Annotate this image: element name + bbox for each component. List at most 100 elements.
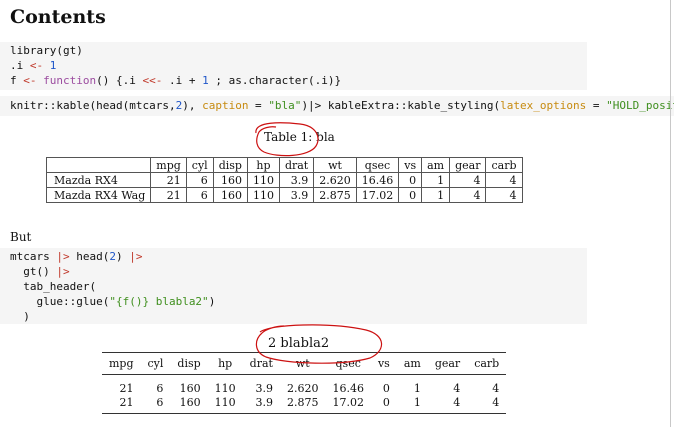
code-operator: |>	[129, 250, 143, 263]
table-cell: 4	[449, 172, 487, 188]
table-cell: 3.9	[278, 172, 315, 188]
code-text: =	[586, 99, 607, 112]
table-header-row: mpg cyl disp hp drat wt qsec vs am gear …	[45, 157, 523, 173]
table-header-cell: gear	[427, 352, 468, 375]
table-cell: 4	[453, 395, 461, 409]
table-row: Mazda RX4 Wag 21 6 160 110 3.9 2.875 17.…	[45, 187, 523, 203]
code-text: f	[10, 74, 24, 87]
table-cell: 160	[212, 187, 248, 203]
table-cell: 16.46	[355, 172, 400, 188]
code-text: head(	[69, 250, 110, 263]
code-text: () {.i	[96, 74, 143, 87]
code-line: )	[10, 310, 30, 323]
code-block-kable: knitr::kable(head(mtcars,2), caption = "…	[0, 96, 674, 116]
code-text: .i	[10, 59, 30, 72]
table-cell: 160	[212, 172, 248, 188]
code-operator: |>	[56, 265, 70, 278]
table-header-cell: wt	[279, 352, 326, 375]
table-cell: 6	[156, 395, 164, 409]
code-argument: latex_options	[500, 99, 587, 112]
table-header-cell: am	[421, 157, 451, 173]
code-argument: caption	[202, 99, 249, 112]
table-cell: 21	[119, 381, 134, 395]
code-operator: <<-	[142, 74, 163, 87]
table-cell: 21	[150, 187, 187, 203]
table-cell: 6	[185, 187, 214, 203]
code-text: mtcars	[10, 250, 57, 263]
code-text: .i +	[162, 74, 203, 87]
table-cell: 1	[413, 381, 421, 395]
table-cell: 3.9	[255, 395, 273, 409]
table-row-name: Mazda RX4 Wag	[45, 187, 152, 203]
kable-table: mpg cyl disp hp drat wt qsec vs am gear …	[45, 157, 523, 203]
table-cell: 4	[492, 395, 500, 409]
table-cell: 17.02	[332, 395, 364, 409]
table-header-cell: hp	[246, 157, 280, 173]
table-header-cell: carb	[467, 352, 507, 375]
code-text: )	[115, 250, 130, 263]
code-operator: |>	[56, 250, 70, 263]
paragraph-text: But	[10, 230, 32, 244]
table-cell: 6	[185, 172, 214, 188]
table-header-cell: qsec	[325, 352, 371, 375]
table-cell: 1	[421, 187, 451, 203]
table-cell: 0	[382, 381, 390, 395]
table-header-cell: mpg	[150, 157, 187, 173]
table-header-cell: vs	[398, 157, 423, 173]
table-cell: 4	[453, 381, 461, 395]
code-operator: <-	[29, 59, 44, 72]
table-row: 21 6 160 110 3.9 2.875 17.02 0 1 4 4	[102, 395, 506, 414]
table-row: 21 6 160 110 3.9 2.620 16.46 0 1 4 4	[102, 375, 506, 396]
code-string: "bla"	[268, 99, 302, 112]
table-cell: 2.620	[313, 172, 357, 188]
table-header-cell	[45, 157, 152, 173]
table-header-cell: drat	[278, 157, 315, 173]
table-row-name: Mazda RX4	[45, 172, 152, 188]
table-cell: 160	[179, 395, 201, 409]
table-cell: 21	[119, 395, 134, 409]
table-header-cell: carb	[485, 157, 523, 173]
table-header-cell: disp	[170, 352, 208, 375]
table-header-cell: cyl	[185, 157, 214, 173]
code-block-gt: mtcars |> head(2) |> gt() |> tab_header(…	[0, 248, 587, 324]
table-cell: 4	[449, 187, 487, 203]
code-text: )|> kableExtra::kable_styling(	[301, 99, 501, 112]
table-cell: 110	[214, 381, 236, 395]
table-cell: 0	[382, 395, 390, 409]
table-cell: 110	[246, 172, 280, 188]
table-header-cell: mpg	[102, 352, 141, 375]
table-header-cell: am	[396, 352, 428, 375]
page-title: Contents	[10, 6, 106, 28]
code-string: "{f()} blabla2"	[109, 295, 209, 308]
table-cell: 2.875	[313, 187, 357, 203]
table-cell: 110	[246, 187, 280, 203]
table-cell: 0	[398, 172, 423, 188]
code-text: gt()	[10, 265, 57, 278]
table-cell: 17.02	[355, 187, 400, 203]
table-cell: 110	[214, 395, 236, 409]
table-header-cell: cyl	[140, 352, 171, 375]
code-line: library(gt)	[10, 44, 83, 57]
table-header-row: mpg cyl disp hp drat wt qsec vs am gear …	[102, 352, 507, 375]
table-cell: 3.9	[278, 187, 315, 203]
table-header-cell: drat	[242, 352, 280, 375]
table-cell: 4	[485, 187, 523, 203]
table-cell: 160	[179, 381, 201, 395]
table-cell: 16.46	[332, 381, 364, 395]
table-header-cell: gear	[449, 157, 487, 173]
table-header-cell: qsec	[355, 157, 400, 173]
page-edge-divider	[670, 0, 671, 427]
table-cell: 1	[421, 172, 451, 188]
code-block-setup: library(gt) .i <- 1 f <- function() {.i …	[0, 42, 587, 90]
code-number: 2	[109, 250, 116, 263]
table-cell: 2.620	[286, 381, 319, 395]
table-cell: 4	[485, 172, 523, 188]
code-text: glue::glue(	[10, 295, 110, 308]
code-number: 1	[43, 59, 57, 72]
table-cell: 1	[413, 395, 421, 409]
table-header-cell: hp	[207, 352, 243, 375]
table-header-cell: wt	[313, 157, 357, 173]
code-text: knitr::kable(head(mtcars,	[10, 99, 176, 112]
code-text: ),	[182, 99, 203, 112]
table-cell: 6	[156, 381, 164, 395]
